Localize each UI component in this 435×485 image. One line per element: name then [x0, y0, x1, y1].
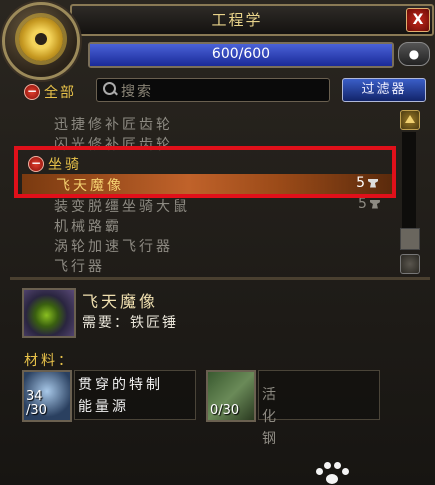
recipe-item[interactable]: 迅捷修补匠齿轮: [54, 114, 173, 134]
scroll-down-button[interactable]: [400, 254, 420, 274]
recipe-item[interactable]: 飞行器: [54, 256, 105, 276]
material-name: 活化钢: [262, 387, 279, 447]
detail-requires: 需要：铁匠锤: [82, 315, 178, 331]
recipe-craftable-count: 5: [358, 196, 380, 212]
scroll-up-button[interactable]: [400, 110, 420, 130]
collapse-icon[interactable]: −: [24, 84, 40, 100]
speech-bubble-icon: ●: [408, 47, 420, 61]
gear-icon: [19, 17, 63, 61]
recipe-item[interactable]: 涡轮加速飞行器: [54, 236, 173, 256]
materials-label: 材料：: [24, 353, 75, 369]
divider: [10, 277, 430, 280]
detail-recipe-name: 飞天魔像: [82, 292, 159, 311]
recipe-item[interactable]: 机械路霸: [54, 216, 122, 236]
material-icon[interactable]: 34 /30: [22, 370, 72, 422]
material-count: 34 /30: [26, 389, 47, 418]
search-input[interactable]: 搜索: [96, 78, 330, 102]
skill-rank-bar: 600/600: [88, 42, 394, 68]
material-icon[interactable]: 0/30: [206, 370, 256, 422]
link-to-chat-button[interactable]: ●: [398, 42, 430, 66]
search-placeholder: 搜索: [121, 84, 153, 100]
window-title: 工程学: [211, 11, 263, 29]
annotation-highlight-box: [14, 146, 396, 198]
material-name: 贯穿的特制能量源: [78, 377, 163, 415]
close-button[interactable]: X: [406, 8, 430, 32]
filter-all-toggle[interactable]: − 全部: [24, 82, 76, 102]
filter-all-label: 全部: [44, 85, 76, 101]
recipe-item[interactable]: 装变脱缰坐骑大鼠: [54, 196, 190, 216]
skill-rank-text: 600/600: [211, 46, 271, 62]
recipe-item-icon[interactable]: [22, 288, 76, 338]
search-icon: [103, 82, 116, 95]
scrollbar-thumb[interactable]: [400, 228, 420, 250]
filter-button[interactable]: 过滤器: [342, 78, 426, 102]
paw-watermark-icon: [312, 460, 352, 485]
title-bar: 工程学 X: [70, 4, 434, 36]
tradeskill-window: 工程学 X 600/600 ● − 全部 搜索 过滤器 迅捷修补匠齿轮 闪光修补…: [0, 0, 435, 485]
engineering-portrait: [2, 2, 80, 80]
anvil-icon: [369, 199, 380, 209]
material-count: 0/30: [210, 403, 240, 418]
